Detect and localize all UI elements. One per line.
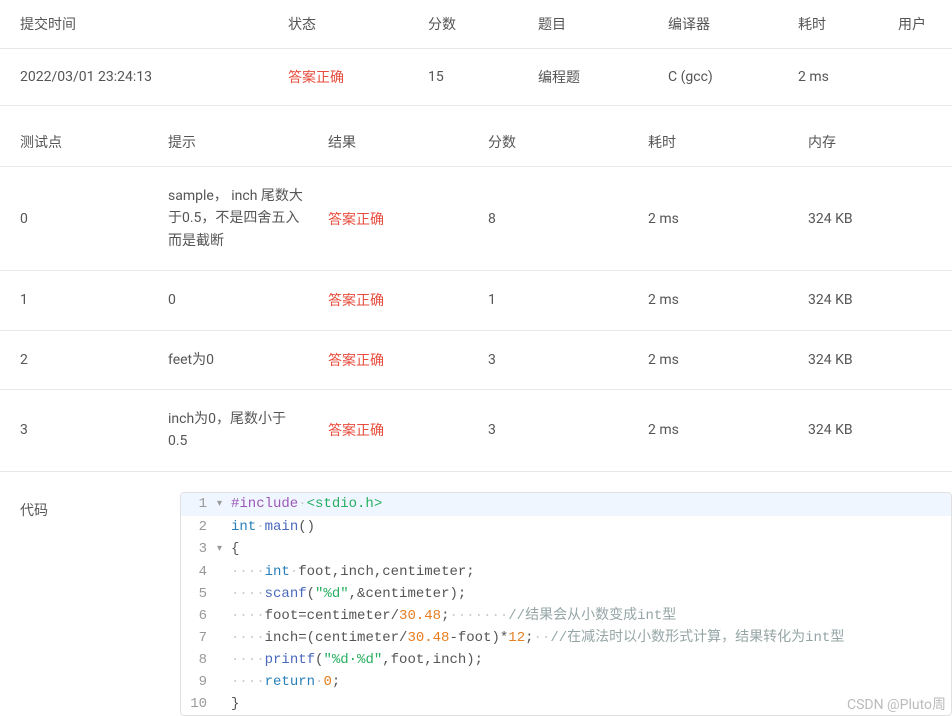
- code-section: 代码 1▾#include·<stdio.h>2int·main()3▾{4··…: [0, 492, 952, 716]
- line-number: 3: [181, 538, 217, 561]
- code-line[interactable]: 5 ····scanf("%d",&centimeter);: [181, 583, 951, 605]
- cell-memory: 324 KB: [800, 389, 952, 471]
- fold-icon: [217, 649, 231, 671]
- fold-icon: [217, 627, 231, 649]
- code-content: ····printf("%d·%d",foot,inch);: [231, 649, 951, 671]
- col-problem: 题目: [530, 0, 660, 49]
- code-line[interactable]: 7 ····inch=(centimeter/30.48-foot)*12;··/…: [181, 627, 951, 649]
- cell-time: 2 ms: [640, 271, 800, 330]
- cell-point: 1: [0, 271, 160, 330]
- summary-header-row: 提交时间 状态 分数 题目 编译器 耗时 用户: [0, 0, 952, 49]
- cell-time: 2 ms: [640, 330, 800, 389]
- fold-icon: [217, 583, 231, 605]
- cell-score: 3: [480, 330, 640, 389]
- col-status: 状态: [280, 0, 420, 49]
- fold-icon[interactable]: ▾: [217, 538, 231, 561]
- code-label: 代码: [20, 492, 180, 716]
- table-row: 3inch为0，尾数小于0.5答案正确32 ms324 KB: [0, 389, 952, 471]
- code-line[interactable]: 3▾{: [181, 538, 951, 561]
- cell-hint: 0: [160, 271, 320, 330]
- code-line[interactable]: 1▾#include·<stdio.h>: [181, 493, 951, 516]
- cell-compiler: C (gcc): [660, 49, 790, 106]
- line-number: 2: [181, 516, 217, 538]
- col-submit-time: 提交时间: [0, 0, 280, 49]
- col-result: 结果: [320, 118, 480, 167]
- code-content: ····foot=centimeter/30.48;·······//结果会从小…: [231, 605, 951, 627]
- cell-score: 3: [480, 389, 640, 471]
- cell-status: 答案正确: [280, 49, 420, 106]
- cell-score: 1: [480, 271, 640, 330]
- cell-point: 3: [0, 389, 160, 471]
- cell-hint: feet为0: [160, 330, 320, 389]
- cell-point: 2: [0, 330, 160, 389]
- code-line[interactable]: 10}: [181, 693, 951, 715]
- col-hint: 提示: [160, 118, 320, 167]
- tests-table: 测试点 提示 结果 分数 耗时 内存 0sample， inch 尾数大于0.5…: [0, 118, 952, 472]
- code-content: ····int·foot,inch,centimeter;: [231, 561, 951, 583]
- cell-time: 2 ms: [640, 389, 800, 471]
- col-user: 用户: [890, 0, 952, 49]
- table-row: 10答案正确12 ms324 KB: [0, 271, 952, 330]
- code-line[interactable]: 6 ····foot=centimeter/30.48;·······//结果会从…: [181, 605, 951, 627]
- code-content: ····scanf("%d",&centimeter);: [231, 583, 951, 605]
- fold-icon[interactable]: ▾: [217, 493, 231, 516]
- cell-result: 答案正确: [320, 389, 480, 471]
- col-score: 分数: [420, 0, 530, 49]
- fold-icon: [217, 693, 231, 715]
- cell-user: [890, 49, 952, 106]
- code-content: #include·<stdio.h>: [231, 493, 951, 516]
- code-line[interactable]: 4 ····int·foot,inch,centimeter;: [181, 561, 951, 583]
- code-content: }: [231, 693, 951, 715]
- cell-memory: 324 KB: [800, 330, 952, 389]
- col-ttime: 耗时: [640, 118, 800, 167]
- code-content: ····inch=(centimeter/30.48-foot)*12;··//…: [231, 627, 951, 649]
- summary-table: 提交时间 状态 分数 题目 编译器 耗时 用户 2022/03/01 23:24…: [0, 0, 952, 106]
- line-number: 10: [181, 693, 217, 715]
- fold-icon: [217, 671, 231, 693]
- line-number: 7: [181, 627, 217, 649]
- col-tscore: 分数: [480, 118, 640, 167]
- fold-icon: [217, 561, 231, 583]
- line-number: 8: [181, 649, 217, 671]
- line-number: 5: [181, 583, 217, 605]
- line-number: 6: [181, 605, 217, 627]
- tests-header-row: 测试点 提示 结果 分数 耗时 内存: [0, 118, 952, 167]
- cell-result: 答案正确: [320, 330, 480, 389]
- code-line[interactable]: 8 ····printf("%d·%d",foot,inch);: [181, 649, 951, 671]
- code-content: {: [231, 538, 951, 561]
- table-row: 2feet为0答案正确32 ms324 KB: [0, 330, 952, 389]
- code-content: ····return·0;: [231, 671, 951, 693]
- cell-memory: 324 KB: [800, 167, 952, 271]
- line-number: 4: [181, 561, 217, 583]
- cell-submit-time: 2022/03/01 23:24:13: [0, 49, 280, 106]
- code-content: int·main(): [231, 516, 951, 538]
- line-number: 1: [181, 493, 217, 516]
- table-row: 0sample， inch 尾数大于0.5，不是四舍五入而是截断答案正确82 m…: [0, 167, 952, 271]
- summary-row: 2022/03/01 23:24:13 答案正确 15 编程题 C (gcc) …: [0, 49, 952, 106]
- code-line[interactable]: 2 int·main(): [181, 516, 951, 538]
- col-memory: 内存: [800, 118, 952, 167]
- cell-result: 答案正确: [320, 167, 480, 271]
- cell-hint: inch为0，尾数小于0.5: [160, 389, 320, 471]
- code-box[interactable]: 1▾#include·<stdio.h>2int·main()3▾{4····i…: [180, 492, 952, 716]
- cell-score: 15: [420, 49, 530, 106]
- cell-memory: 324 KB: [800, 271, 952, 330]
- col-time: 耗时: [790, 0, 890, 49]
- col-point: 测试点: [0, 118, 160, 167]
- fold-icon: [217, 516, 231, 538]
- cell-problem: 编程题: [530, 49, 660, 106]
- cell-point: 0: [0, 167, 160, 271]
- cell-time: 2 ms: [640, 167, 800, 271]
- cell-hint: sample， inch 尾数大于0.5，不是四舍五入而是截断: [160, 167, 320, 271]
- cell-score: 8: [480, 167, 640, 271]
- col-compiler: 编译器: [660, 0, 790, 49]
- line-number: 9: [181, 671, 217, 693]
- cell-time: 2 ms: [790, 49, 890, 106]
- fold-icon: [217, 605, 231, 627]
- code-line[interactable]: 9 ····return·0;: [181, 671, 951, 693]
- cell-result: 答案正确: [320, 271, 480, 330]
